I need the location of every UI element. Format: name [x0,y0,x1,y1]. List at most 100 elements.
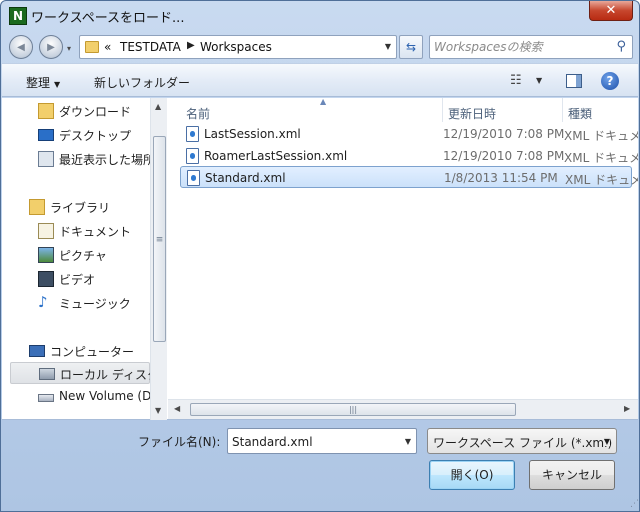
file-type-select[interactable]: ワークスペース ファイル (*.xml) ▼ [427,428,617,454]
breadcrumb-testdata[interactable]: TESTDATA [120,40,181,54]
desktop-icon [38,129,54,141]
organize-label: 整理 [26,76,51,90]
documents-icon [38,223,54,239]
sidebar-item-label: コンピューター [50,345,135,359]
view-options-icon[interactable]: ☷ [510,73,522,88]
file-list: ▲ 名前 更新日時 種類 LastSession.xml 12/19/2010 … [168,98,638,420]
breadcrumb-overflow[interactable]: « [104,40,111,54]
xml-file-icon [186,148,199,164]
download-folder-icon [38,103,54,119]
navigation-pane: ダウンロード デスクトップ 最近表示した場所 ライブラリ ドキュメント ピクチャ [2,98,150,420]
sidebar-item-label: ライブラリ [50,201,111,215]
browser-area: ダウンロード デスクトップ 最近表示した場所 ライブラリ ドキュメント ピクチャ [2,98,638,420]
cancel-button[interactable]: キャンセル [529,460,615,490]
new-folder-button[interactable]: 新しいフォルダー [94,74,190,91]
file-name: Standard.xml [205,171,286,185]
file-row[interactable]: RoamerLastSession.xml 12/19/2010 7:08 PM… [180,145,638,167]
sidebar-item-recent-places[interactable]: 最近表示した場所 [38,148,150,170]
sidebar-item-pictures[interactable]: ピクチャ [38,244,150,266]
command-bar: 整理 ▼ 新しいフォルダー ☷ ▼ ? [2,63,638,97]
breadcrumb-separator-icon[interactable]: ▶ [187,40,195,51]
column-header-type[interactable]: 種類 [562,98,638,122]
navigation-pane-scrollbar[interactable]: ▲ ≡ ▼ [150,98,167,420]
column-header-label: 更新日時 [448,107,497,121]
search-icon[interactable]: ⚲ [616,39,626,54]
file-name: RoamerLastSession.xml [204,149,348,163]
sidebar-item-label: ローカル ディスク [60,368,150,382]
filename-combobox[interactable]: ▼ [227,428,417,454]
back-button[interactable]: ◀ [9,35,33,59]
address-dropdown-icon[interactable]: ▼ [385,42,391,51]
sidebar-item-label: ドキュメント [59,225,132,239]
chevron-down-icon: ▼ [54,80,61,89]
pictures-icon [38,247,54,263]
column-header-date-modified[interactable]: 更新日時 [442,98,562,122]
sidebar-item-label: ダウンロード [59,105,132,119]
xml-file-icon [186,126,199,142]
file-name: LastSession.xml [204,127,301,141]
sidebar-item-libraries[interactable]: ライブラリ [29,196,150,218]
breadcrumb-workspaces[interactable]: Workspaces [200,40,272,54]
help-icon[interactable]: ? [601,72,619,90]
sidebar-item-downloads[interactable]: ダウンロード [38,100,150,122]
preview-pane-icon[interactable] [566,74,582,88]
view-dropdown-icon[interactable]: ▼ [536,76,542,85]
refresh-icon: ⇆ [405,40,417,54]
search-input[interactable] [434,39,604,55]
sort-ascending-icon: ▲ [320,98,327,106]
file-date: 1/8/2013 11:54 PM [444,171,558,185]
videos-icon [38,271,54,287]
scroll-left-arrow-icon[interactable]: ◀ [174,404,180,413]
back-arrow-icon: ◀ [17,42,25,53]
recent-pages-dropdown-icon[interactable]: ▾ [67,44,71,53]
file-list-horizontal-scrollbar[interactable]: ◀ ||| ▶ [168,399,638,419]
file-row[interactable]: LastSession.xml 12/19/2010 7:08 PM XML ド… [180,123,638,145]
sidebar-item-local-disk[interactable]: ローカル ディスク [10,362,150,384]
filename-label: ファイル名(N): [138,435,221,449]
recent-places-icon [38,151,54,167]
sidebar-item-new-volume[interactable]: New Volume (D [38,386,150,408]
library-icon [29,199,45,215]
refresh-button[interactable]: ⇆ [399,35,423,59]
sidebar-item-label: ピクチャ [59,249,107,263]
filename-input[interactable] [232,434,392,450]
scroll-up-arrow-icon[interactable]: ▲ [155,102,161,111]
app-icon: N [9,7,27,25]
sidebar-item-computer[interactable]: コンピューター [29,340,150,362]
close-button[interactable]: ✕ [589,1,633,21]
column-header-label: 名前 [186,107,211,121]
address-bar[interactable]: « TESTDATA ▶ Workspaces ▼ [79,35,397,59]
sidebar-item-music[interactable]: ♪ ミュージック [38,292,150,314]
column-header-name[interactable]: ▲ 名前 [180,98,442,122]
resize-grip-icon[interactable]: ⋰ [630,499,639,509]
sidebar-item-label: ミュージック [59,297,131,311]
title-bar[interactable]: N ワークスペースをロード... ✕ [1,1,639,31]
scroll-down-arrow-icon[interactable]: ▼ [155,406,161,415]
sidebar-item-label: デスクトップ [59,129,132,143]
folder-icon [85,41,99,53]
organize-menu-button[interactable]: 整理 ▼ [26,74,60,91]
chevron-down-icon[interactable]: ▼ [405,437,411,446]
window-title: ワークスペースをロード... [31,11,185,26]
local-disk-icon [39,368,55,380]
search-box[interactable]: ⚲ [429,35,633,59]
column-header-label: 種類 [568,107,593,121]
sidebar-item-videos[interactable]: ビデオ [38,268,150,290]
sidebar-item-label: 最近表示した場所 [59,153,150,167]
scroll-right-arrow-icon[interactable]: ▶ [624,404,630,413]
sidebar-item-desktop[interactable]: デスクトップ [38,124,150,146]
computer-icon [29,345,45,357]
load-workspace-dialog: N ワークスペースをロード... ✕ ◀ ▶ ▾ « TESTDATA ▶ Wo… [0,0,640,512]
navigation-bar: ◀ ▶ ▾ « TESTDATA ▶ Workspaces ▼ ⇆ ⚲ [1,31,639,61]
file-type: XML ドキュメント [565,173,638,187]
forward-button[interactable]: ▶ [39,35,63,59]
file-type: XML ドキュメント [564,151,638,165]
sidebar-item-documents[interactable]: ドキュメント [38,220,150,242]
drive-icon [38,394,54,402]
sidebar-item-label: ビデオ [59,273,96,287]
file-row-selected[interactable]: Standard.xml 1/8/2013 11:54 PM XML ドキュメン… [180,166,638,188]
scrollbar-thumb[interactable]: ||| [190,403,516,416]
file-type-value: ワークスペース ファイル (*.xml) [433,436,613,450]
scrollbar-thumb[interactable]: ≡ [153,136,166,342]
open-button[interactable]: 開く(O) [429,460,515,490]
